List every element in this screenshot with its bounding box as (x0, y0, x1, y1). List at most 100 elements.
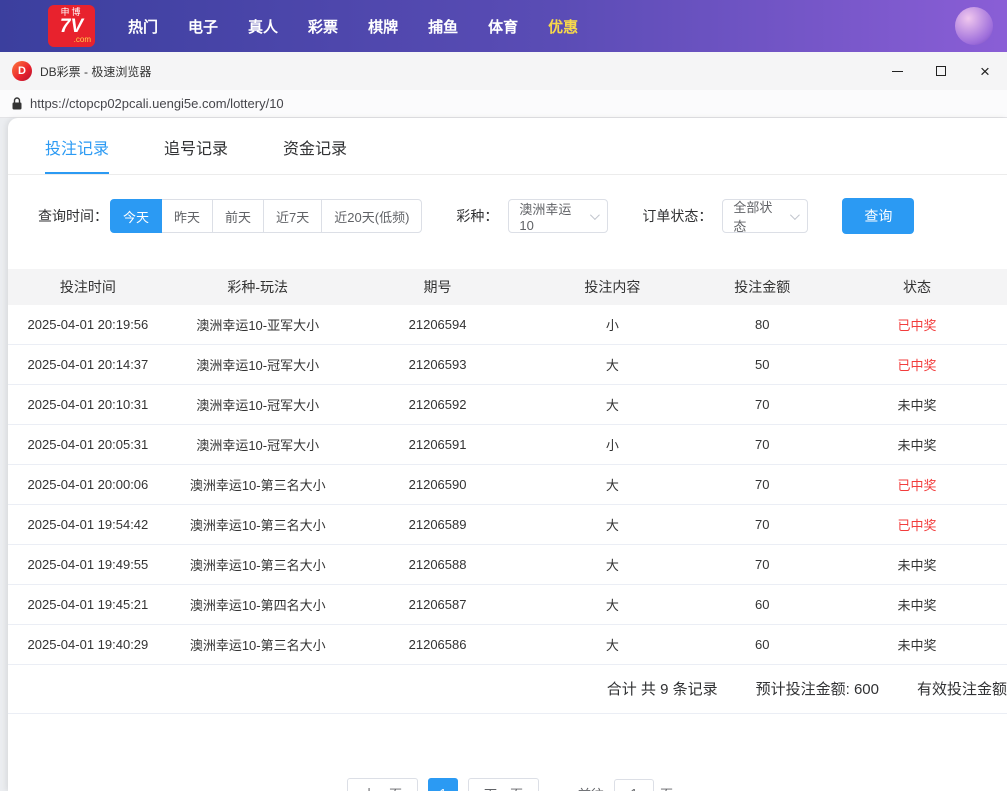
table-row: 2025-04-01 19:40:29澳洲幸运10-第三名大小21206586大… (8, 625, 1007, 665)
table-header-row: 投注时间彩种-玩法期号投注内容投注金额状态 (8, 269, 1007, 305)
pagination: 上一页 1 下一页 前往 页 (8, 778, 1007, 791)
table-row: 2025-04-01 19:45:21澳洲幸运10-第四名大小21206587大… (8, 585, 1007, 625)
table-row: 2025-04-01 20:05:31澳洲幸运10-冠军大小21206591小7… (8, 425, 1007, 465)
cell-time: 2025-04-01 19:49:55 (8, 557, 168, 572)
nav-item-hot[interactable]: 热门 (128, 16, 158, 37)
window-title: DB彩票 - 极速浏览器 (40, 63, 151, 80)
status-filter-label: 订单状态： (642, 206, 712, 226)
summary-valid: 有效投注金额 (917, 678, 1007, 699)
current-page-button[interactable]: 1 (428, 778, 458, 791)
nav-item-live[interactable]: 真人 (248, 16, 278, 37)
nav-item-sports[interactable]: 体育 (488, 16, 518, 37)
nav-items: 热门 电子 真人 彩票 棋牌 捕鱼 体育 优惠 (113, 16, 593, 37)
cell-status: 未中奖 (827, 635, 1007, 654)
cell-issue: 21206589 (348, 517, 528, 532)
cell-game: 澳洲幸运10-亚军大小 (168, 315, 348, 334)
cell-time: 2025-04-01 19:45:21 (8, 597, 168, 612)
nav-item-chess[interactable]: 棋牌 (368, 16, 398, 37)
cell-issue: 21206586 (348, 637, 528, 652)
status-select[interactable]: 全部状态 (722, 199, 808, 233)
cell-amount: 70 (697, 557, 827, 572)
lottery-filter-label: 彩种： (456, 206, 498, 226)
cell-game: 澳洲幸运10-冠军大小 (168, 355, 348, 374)
col-header-time: 投注时间 (8, 277, 168, 297)
cell-status: 未中奖 (827, 395, 1007, 414)
tab-bet-records[interactable]: 投注记录 (45, 118, 109, 174)
cell-time: 2025-04-01 20:00:06 (8, 477, 168, 492)
cell-amount: 70 (697, 517, 827, 532)
col-header-issue: 期号 (348, 277, 528, 297)
lottery-select-value: 澳洲幸运10 (519, 199, 582, 233)
site-logo[interactable]: 申博 7V .com (48, 5, 95, 47)
cell-issue: 21206591 (348, 437, 528, 452)
cell-content: 大 (527, 515, 697, 534)
cell-amount: 50 (697, 357, 827, 372)
cell-game: 澳洲幸运10-第三名大小 (168, 515, 348, 534)
tab-fund-records[interactable]: 资金记录 (283, 118, 347, 174)
cell-time: 2025-04-01 20:10:31 (8, 397, 168, 412)
user-avatar[interactable] (955, 7, 993, 45)
cell-game: 澳洲幸运10-第三名大小 (168, 475, 348, 494)
lottery-records-panel: 投注记录追号记录资金记录 查询时间： 今天昨天前天近7天近20天(低频) 彩种：… (8, 118, 1007, 791)
cell-content: 大 (527, 635, 697, 654)
cell-game: 澳洲幸运10-第三名大小 (168, 635, 348, 654)
cell-content: 大 (527, 555, 697, 574)
cell-game: 澳洲幸运10-第三名大小 (168, 555, 348, 574)
col-header-content: 投注内容 (527, 277, 697, 297)
col-header-status: 状态 (827, 277, 1007, 297)
cell-time: 2025-04-01 19:40:29 (8, 637, 168, 652)
nav-item-electronic[interactable]: 电子 (188, 16, 218, 37)
cell-game: 澳洲幸运10-冠军大小 (168, 435, 348, 454)
cell-issue: 21206590 (348, 477, 528, 492)
page-suffix-label: 页 (660, 784, 673, 791)
time-filter-today[interactable]: 今天 (110, 199, 162, 233)
cell-issue: 21206588 (348, 557, 528, 572)
time-filter-last-20-days[interactable]: 近20天(低频) (321, 199, 422, 233)
chevron-down-icon (590, 210, 600, 220)
cell-amount: 70 (697, 397, 827, 412)
close-button[interactable]: × (963, 52, 1007, 90)
cell-issue: 21206594 (348, 317, 528, 332)
prev-page-button[interactable]: 上一页 (347, 778, 418, 791)
tab-chase-records[interactable]: 追号记录 (164, 118, 228, 174)
cell-amount: 70 (697, 477, 827, 492)
nav-item-promo[interactable]: 优惠 (548, 16, 578, 37)
table-row: 2025-04-01 19:49:55澳洲幸运10-第三名大小21206588大… (8, 545, 1007, 585)
cell-status: 未中奖 (827, 435, 1007, 454)
table-row: 2025-04-01 20:19:56澳洲幸运10-亚军大小21206594小8… (8, 305, 1007, 345)
time-filter-day-before[interactable]: 前天 (212, 199, 264, 233)
search-button[interactable]: 查询 (842, 198, 914, 234)
time-filter-last-7-days[interactable]: 近7天 (263, 199, 322, 233)
table-row: 2025-04-01 20:00:06澳洲幸运10-第三名大小21206590大… (8, 465, 1007, 505)
next-page-button[interactable]: 下一页 (468, 778, 539, 791)
lock-icon (12, 97, 22, 110)
minimize-button[interactable] (875, 52, 919, 90)
cell-status: 已中奖 (827, 315, 1007, 334)
table-row: 2025-04-01 20:10:31澳洲幸运10-冠军大小21206592大7… (8, 385, 1007, 425)
maximize-button[interactable] (919, 52, 963, 90)
table-row: 2025-04-01 20:14:37澳洲幸运10-冠军大小21206593大5… (8, 345, 1007, 385)
lottery-select[interactable]: 澳洲幸运10 (508, 199, 608, 233)
cell-status: 未中奖 (827, 595, 1007, 614)
summary-row: 合计 共 9 条记录 预计投注金额: 600 有效投注金额 (8, 665, 1007, 714)
col-header-game: 彩种-玩法 (168, 277, 348, 297)
nav-item-lottery[interactable]: 彩票 (308, 16, 338, 37)
table-body: 2025-04-01 20:19:56澳洲幸运10-亚军大小21206594小8… (8, 305, 1007, 665)
cell-game: 澳洲幸运10-第四名大小 (168, 595, 348, 614)
cell-status: 已中奖 (827, 475, 1007, 494)
cell-time: 2025-04-01 19:54:42 (8, 517, 168, 532)
browser-favicon-icon: D (12, 61, 32, 81)
summary-total: 合计 共 9 条记录 (607, 678, 718, 699)
browser-addressbar[interactable]: https://ctopcp02pcali.uengi5e.com/lotter… (0, 90, 1007, 118)
cell-content: 小 (527, 315, 697, 334)
logo-main-text: 7V (60, 17, 83, 36)
cell-amount: 70 (697, 437, 827, 452)
goto-page-input[interactable] (614, 779, 654, 791)
time-filter-yesterday[interactable]: 昨天 (161, 199, 213, 233)
window-controls: × (875, 52, 1007, 90)
cell-amount: 80 (697, 317, 827, 332)
minimize-icon (892, 71, 903, 72)
nav-item-fishing[interactable]: 捕鱼 (428, 16, 458, 37)
time-filter-group: 今天昨天前天近7天近20天(低频) (110, 199, 422, 233)
cell-status: 已中奖 (827, 515, 1007, 534)
